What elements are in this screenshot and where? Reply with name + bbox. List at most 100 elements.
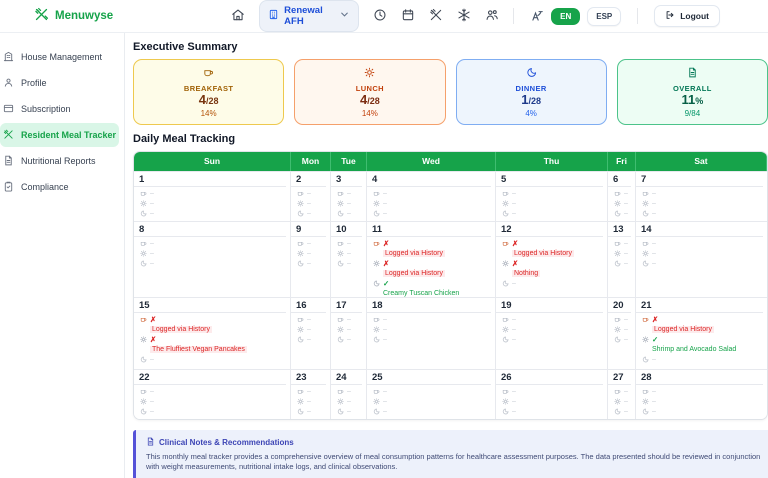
breakfast-icon (140, 318, 147, 323)
calendar-day-2[interactable]: 2 – – – (291, 170, 331, 221)
breakfast-entry: – (134, 387, 290, 397)
empty-marker: – (150, 250, 154, 258)
logout-button[interactable]: Logout (654, 5, 721, 27)
calendar-day-4[interactable]: 4 – – – (367, 170, 496, 221)
calendar-day-13[interactable]: 13 – – – (608, 220, 636, 297)
calendar-day-18[interactable]: 18 – – – (367, 296, 496, 369)
calendar-day-20[interactable]: 20 – – – (608, 296, 636, 369)
empty-marker: – (512, 326, 516, 334)
calendar-day-15[interactable]: 15 ✗ Logged via History ✗ The Fluffiest Vega… (134, 296, 291, 369)
empty-marker: – (624, 398, 628, 406)
dinner-entry: – (331, 209, 366, 219)
home-button[interactable] (231, 8, 245, 25)
calendar-day-26[interactable]: 26 – – – (496, 368, 608, 419)
sidebar-item-label: Nutritional Reports (21, 156, 96, 166)
calendar-day-17[interactable]: 17 – – – (331, 296, 367, 369)
calendar-day-11[interactable]: 11 ✗ Logged via History ✗ Logged via History… (367, 220, 496, 297)
calendar-day-10[interactable]: 10 – – – (331, 220, 367, 297)
lunch-entry: ✗ (496, 259, 607, 269)
empty-marker: – (383, 200, 387, 208)
lang-en-button[interactable]: EN (551, 7, 581, 25)
breakfast-icon (502, 318, 509, 323)
calendar-day-23[interactable]: 23 – – – (291, 368, 331, 419)
sidebar-item-label: Resident Meal Tracker (21, 130, 117, 140)
card-value: 4/28 (198, 92, 219, 107)
sidebar-item-subscription[interactable]: Subscription (0, 97, 119, 121)
calendar-day-5[interactable]: 5 – – – (496, 170, 608, 221)
empty-marker: – (512, 336, 516, 344)
dinner-icon (337, 261, 344, 267)
calendar-day-16[interactable]: 16 – – – (291, 296, 331, 369)
calendar-day-14[interactable]: 14 – – – (636, 220, 767, 297)
empty-marker: – (383, 336, 387, 344)
calendar-day-24[interactable]: 24 – – – (331, 368, 367, 419)
residents-button[interactable] (485, 8, 499, 25)
sidebar-item-label: Profile (21, 78, 47, 88)
empty-marker: – (347, 260, 351, 268)
sidebar-item-compliance[interactable]: Compliance (0, 175, 119, 199)
snowflake-icon (457, 8, 471, 25)
calendar-day-21[interactable]: 21 ✗ Logged via History ✓ Shrimp and Avocado… (636, 296, 767, 369)
calendar-day-22[interactable]: 22 – – – (134, 368, 291, 419)
calendar-day-28[interactable]: 28 – – – (636, 368, 767, 419)
dinner-entry: – (496, 407, 607, 417)
daily-meal-tracking-title: Daily Meal Tracking (133, 132, 236, 145)
lunch-entry: ✗ (367, 259, 495, 269)
dinner-entry: – (367, 335, 495, 345)
lang-esp-button[interactable]: ESP (587, 6, 622, 26)
calendar-day-9[interactable]: 9 – – – (291, 220, 331, 297)
breakfast-icon (642, 390, 649, 395)
missed-icon: ✗ (383, 259, 390, 269)
lunch-entry: – (291, 249, 330, 259)
day-number: 1 (134, 172, 286, 187)
utensils-button[interactable] (429, 8, 443, 25)
sidebar-item-house-management[interactable]: House Management (0, 45, 119, 69)
card-percent: 14% (200, 108, 217, 118)
empty-marker: – (347, 326, 351, 334)
calendar-day-1[interactable]: 1 – – – (134, 170, 291, 221)
empty-marker: – (652, 210, 656, 218)
day-number: 5 (496, 172, 603, 187)
calendar-day-12[interactable]: 12 ✗ Logged via History ✗ Nothing – (496, 220, 608, 297)
sidebar-item-label: Subscription (21, 104, 71, 114)
clock-button[interactable] (373, 8, 387, 25)
lunch-entry: – (291, 397, 330, 407)
breakfast-entry: – (331, 387, 366, 397)
sidebar-item-nutritional-reports[interactable]: Nutritional Reports (0, 149, 119, 173)
day-number: 6 (608, 172, 631, 187)
lunch-icon (373, 200, 380, 208)
card-label: DINNER (515, 84, 547, 93)
lunch-entry: – (134, 397, 290, 407)
empty-marker: – (624, 240, 628, 248)
missed-icon: ✗ (512, 259, 519, 269)
sun-icon (299, 65, 440, 83)
facility-selector[interactable]: Renewal AFH (259, 0, 360, 32)
lunch-note: Nothing (512, 269, 541, 277)
lunch-entry: – (636, 249, 767, 259)
sidebar-item-profile[interactable]: Profile (0, 71, 119, 95)
calendar-button[interactable] (401, 8, 415, 25)
calendar-day-3[interactable]: 3 – – – (331, 170, 367, 221)
empty-marker: – (652, 250, 656, 258)
calendar-day-6[interactable]: 6 – – – (608, 170, 636, 221)
home-icon (231, 8, 245, 25)
card-percent: 14% (361, 108, 378, 118)
day-number: 12 (496, 222, 603, 237)
calendar-day-25[interactable]: 25 – – – (367, 368, 496, 419)
calendar-day-7[interactable]: 7 – – – (636, 170, 767, 221)
dinner-entry: – (608, 407, 635, 417)
calendar-day-19[interactable]: 19 – – – (496, 296, 608, 369)
sidebar-item-resident-meal-tracker[interactable]: Resident Meal Tracker (0, 123, 119, 147)
snowflake-button[interactable] (457, 8, 471, 25)
lunch-icon (297, 398, 304, 406)
missed-icon: ✗ (652, 315, 659, 325)
day-number: 3 (331, 172, 362, 187)
calendar-day-8[interactable]: 8 – – – (134, 220, 291, 297)
breakfast-icon (502, 242, 509, 247)
dinner-entry: – (496, 335, 607, 345)
dinner-icon (140, 357, 147, 363)
empty-marker: – (307, 398, 311, 406)
breakfast-icon (373, 242, 380, 247)
calendar-day-27[interactable]: 27 – – – (608, 368, 636, 419)
empty-marker: – (624, 316, 628, 324)
